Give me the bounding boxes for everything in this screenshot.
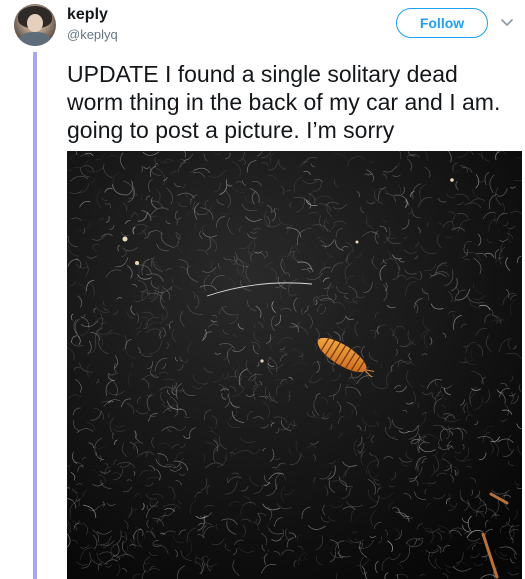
tweet-photo[interactable] xyxy=(67,151,522,579)
tweet-text: UPDATE I found a single solitary dead wo… xyxy=(67,61,501,143)
avatar[interactable] xyxy=(14,4,56,46)
tweet-card: keply @keplyq Follow UPDATE I found a si… xyxy=(0,0,525,579)
author-display-name[interactable]: keply xyxy=(67,6,108,24)
carpet-photo xyxy=(67,151,522,579)
thread-line xyxy=(33,52,37,579)
author-handle[interactable]: @keplyq xyxy=(67,27,118,42)
follow-button[interactable]: Follow xyxy=(396,8,488,38)
chevron-down-icon[interactable] xyxy=(499,16,515,30)
